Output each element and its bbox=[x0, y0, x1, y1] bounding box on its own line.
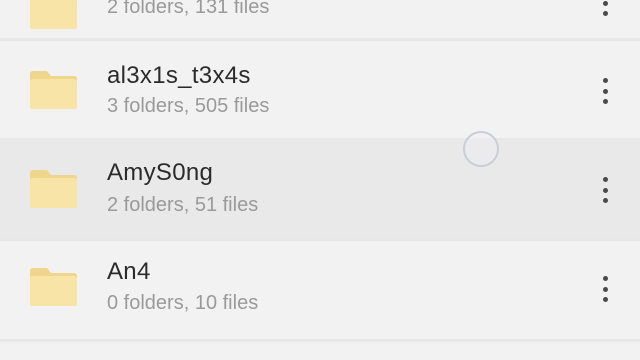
more-vertical-icon[interactable] bbox=[596, 276, 614, 302]
folder-icon bbox=[28, 265, 78, 307]
folder-icon bbox=[28, 167, 78, 209]
folder-meta: 0 folders, 10 files bbox=[107, 292, 259, 314]
folder-meta: 3 folders, 505 files bbox=[107, 95, 270, 117]
more-vertical-icon[interactable] bbox=[596, 177, 614, 203]
folder-meta: 2 folders, 51 files bbox=[107, 194, 259, 216]
folder-row[interactable]: 2 folders, 131 files bbox=[0, 0, 640, 38]
more-vertical-icon[interactable] bbox=[596, 0, 614, 16]
folder-meta: 2 folders, 131 files bbox=[107, 0, 270, 18]
folder-row[interactable]: al3x1s_t3x4s 3 folders, 505 files bbox=[0, 41, 640, 138]
touch-indicator bbox=[463, 131, 499, 167]
folder-row[interactable]: An4 0 folders, 10 files bbox=[0, 241, 640, 339]
folder-name: An4 bbox=[107, 258, 151, 285]
folder-list: 2 folders, 131 files al3x1s_t3x4s 3 fold… bbox=[0, 0, 640, 360]
folder-row[interactable]: AmyS0ng 2 folders, 51 files bbox=[0, 141, 640, 238]
folder-row[interactable] bbox=[0, 342, 640, 360]
folder-icon bbox=[28, 68, 78, 110]
folder-icon bbox=[28, 0, 78, 30]
folder-name: al3x1s_t3x4s bbox=[107, 62, 251, 89]
more-vertical-icon[interactable] bbox=[596, 78, 614, 104]
folder-name: AmyS0ng bbox=[107, 159, 214, 186]
